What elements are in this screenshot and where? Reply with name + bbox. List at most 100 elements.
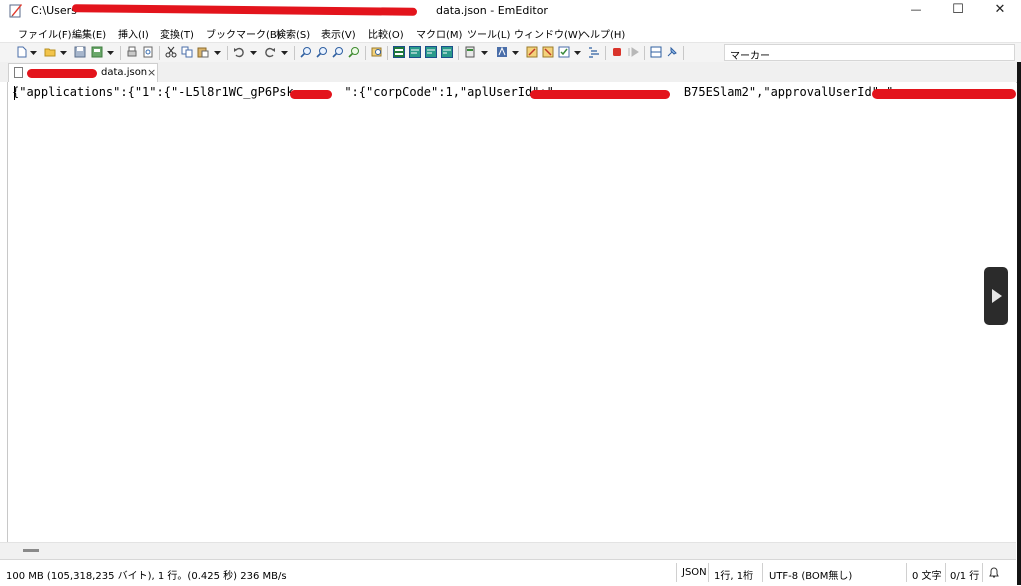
- status-char-count: 0 文字: [912, 571, 942, 582]
- redaction-mark: [290, 90, 332, 99]
- menu-edit[interactable]: 編集(E): [72, 26, 106, 41]
- redaction-mark: [872, 89, 1016, 99]
- menu-compare[interactable]: 比較(O): [368, 26, 404, 41]
- find-icon[interactable]: [300, 46, 312, 58]
- toolbar-separator: [387, 46, 388, 60]
- status-encoding[interactable]: UTF-8 (BOM無し): [769, 567, 852, 582]
- toolbar-separator: [294, 46, 295, 60]
- emeditor-app-icon[interactable]: [9, 3, 23, 18]
- print-preview-icon[interactable]: [142, 46, 154, 58]
- window-right-edge: [1017, 62, 1021, 585]
- text-caret: [14, 86, 15, 100]
- font-icon[interactable]: [496, 46, 508, 58]
- menu-view[interactable]: 表示(V): [321, 26, 356, 41]
- customize-icon[interactable]: [526, 46, 538, 58]
- plugin-icon[interactable]: [542, 46, 554, 58]
- toolbar-separator: [159, 46, 160, 60]
- dropdown-arrow-icon[interactable]: [60, 46, 67, 58]
- window-title-end: data.json - EmEditor: [436, 4, 548, 17]
- status-separator: [906, 563, 907, 582]
- run-macro-icon[interactable]: [627, 46, 639, 58]
- marker-search-field[interactable]: マーカー: [724, 44, 1015, 62]
- dropdown-arrow-icon[interactable]: [512, 46, 519, 58]
- copy-icon[interactable]: [181, 46, 193, 58]
- spell-check-icon[interactable]: [558, 46, 570, 58]
- maximize-button[interactable]: ☐: [938, 0, 978, 22]
- status-separator: [762, 563, 763, 582]
- configuration-icon[interactable]: [464, 46, 476, 58]
- redaction-mark: [530, 90, 670, 99]
- save-all-icon[interactable]: [91, 46, 103, 58]
- dropdown-arrow-icon[interactable]: [481, 46, 488, 58]
- paste-icon[interactable]: [197, 46, 209, 58]
- horizontal-scroll-thumb[interactable]: [23, 549, 39, 552]
- toolbar-separator: [120, 46, 121, 60]
- close-window-button[interactable]: ✕: [980, 0, 1020, 22]
- editor-area[interactable]: {"applications":{"1":{"-L5l8r1WC_gP6Psk …: [0, 82, 1016, 542]
- notification-bell-icon[interactable]: [988, 566, 1000, 578]
- tab-document[interactable]: data.json ×: [8, 63, 158, 82]
- open-folder-icon[interactable]: [44, 46, 56, 58]
- status-cursor-position[interactable]: 1行, 1桁: [714, 567, 753, 582]
- print-icon[interactable]: [126, 46, 138, 58]
- status-separator: [676, 563, 677, 582]
- file-load-summary: 100 MB (105,318,235 バイト), 1 行。(0.425 秒) …: [6, 571, 287, 582]
- replace-icon[interactable]: [348, 46, 360, 58]
- view-mode-icon[interactable]: [393, 46, 405, 58]
- dropdown-arrow-icon[interactable]: [214, 46, 221, 58]
- document-icon: [14, 67, 23, 78]
- new-file-icon[interactable]: [16, 46, 28, 58]
- pin-icon[interactable]: [666, 46, 678, 58]
- dropdown-arrow-icon[interactable]: [574, 46, 581, 58]
- menu-window[interactable]: ウィンドウ(W): [514, 26, 582, 41]
- find-next-icon[interactable]: [316, 46, 328, 58]
- minimize-button[interactable]: —: [896, 0, 936, 22]
- menu-help[interactable]: ヘルプ(H): [580, 26, 625, 41]
- toolbar: マーカー: [0, 42, 1021, 64]
- chevron-right-icon: [992, 289, 1002, 303]
- menu-search[interactable]: 検索(S): [276, 26, 310, 41]
- toolbar-separator: [227, 46, 228, 60]
- toolbar-separator: [365, 46, 366, 60]
- dropdown-arrow-icon[interactable]: [250, 46, 257, 58]
- find-in-files-icon[interactable]: [371, 46, 383, 58]
- menu-tools[interactable]: ツール(L): [467, 26, 510, 41]
- tab-filename: data.json: [101, 67, 148, 78]
- find-previous-icon[interactable]: [332, 46, 344, 58]
- split-window-icon[interactable]: [650, 46, 662, 58]
- redo-icon[interactable]: [264, 46, 276, 58]
- wrap-window-icon[interactable]: [425, 46, 437, 58]
- status-separator: [945, 563, 946, 582]
- status-language[interactable]: JSON: [682, 567, 707, 578]
- dropdown-arrow-icon[interactable]: [281, 46, 288, 58]
- redaction-mark: [27, 69, 97, 78]
- wrap-page-icon[interactable]: [441, 46, 453, 58]
- status-bar: 100 MB (105,318,235 バイト), 1 行。(0.425 秒) …: [0, 559, 1016, 586]
- status-separator: [708, 563, 709, 582]
- menu-insert[interactable]: 挿入(I): [118, 26, 149, 41]
- menu-convert[interactable]: 変換(T): [160, 26, 194, 41]
- outline-icon[interactable]: [588, 46, 600, 58]
- side-panel-toggle[interactable]: [984, 267, 1008, 325]
- save-icon[interactable]: [74, 46, 86, 58]
- toolbar-separator: [605, 46, 606, 60]
- dropdown-arrow-icon[interactable]: [30, 46, 37, 58]
- menu-bar: ファイル(F) 編集(E) 挿入(I) 変換(T) ブックマーク(B) 検索(S…: [0, 22, 1021, 42]
- undo-icon[interactable]: [233, 46, 245, 58]
- toolbar-separator: [458, 46, 459, 60]
- menu-file[interactable]: ファイル(F): [18, 26, 72, 41]
- editor-left-margin: [7, 82, 8, 542]
- menu-bookmark[interactable]: ブックマーク(B): [206, 26, 281, 41]
- menu-macro[interactable]: マクロ(M): [416, 26, 462, 41]
- tab-close-icon[interactable]: ×: [147, 66, 156, 79]
- tab-bar: data.json ×: [0, 62, 1021, 83]
- status-line-count: 0/1 行: [950, 571, 980, 582]
- wrap-toggle-icon[interactable]: [409, 46, 421, 58]
- cut-icon[interactable]: [165, 46, 177, 58]
- record-macro-icon[interactable]: [611, 46, 623, 58]
- marker-label: マーカー: [730, 51, 770, 62]
- toolbar-separator: [683, 46, 684, 60]
- editor-line-1[interactable]: {"applications":{"1":{"-L5l8r1WC_gP6Psk …: [12, 85, 893, 99]
- dropdown-arrow-icon[interactable]: [107, 46, 114, 58]
- horizontal-scrollbar[interactable]: [0, 542, 1016, 559]
